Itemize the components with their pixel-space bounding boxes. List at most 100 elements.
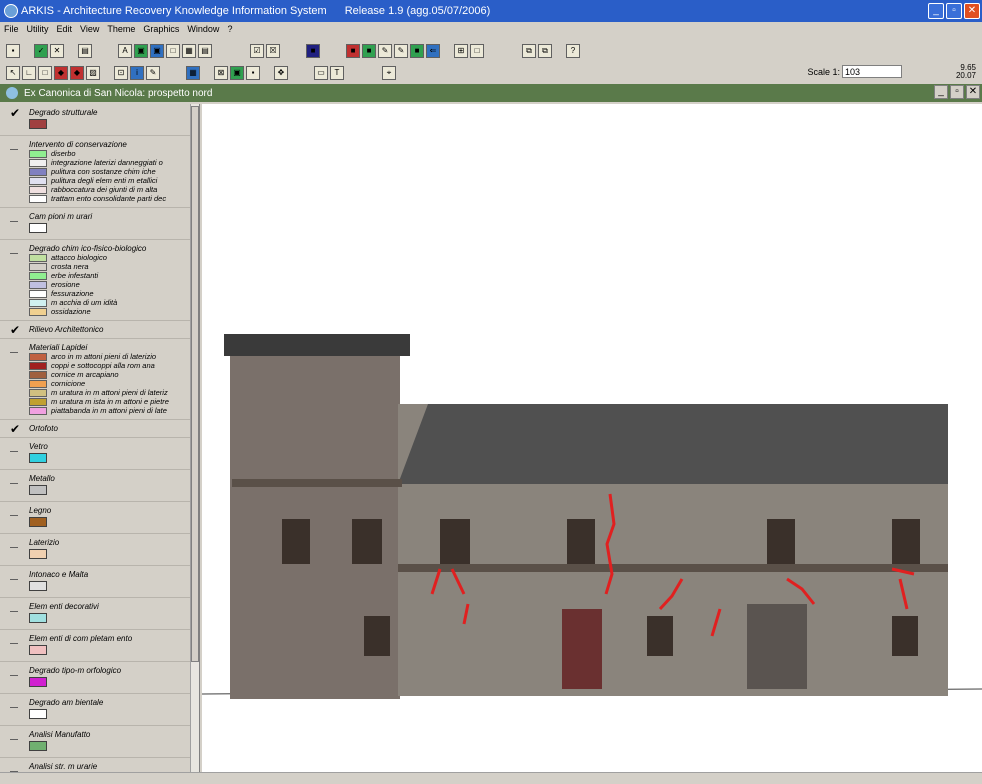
text-icon[interactable]: A	[118, 44, 132, 58]
image-icon[interactable]: ▣	[134, 44, 148, 58]
drawing-canvas[interactable]	[202, 104, 982, 772]
legend-item: diserbo	[29, 149, 187, 158]
layer-visibility-checkbox[interactable]: ✔	[10, 107, 20, 119]
layer-visibility-checkbox[interactable]	[10, 764, 18, 772]
zoom-window-icon[interactable]: ⊠	[214, 66, 228, 80]
layer-visibility-checkbox[interactable]	[10, 732, 18, 740]
edit-layer-icon[interactable]: ✎	[378, 44, 392, 58]
legend-item: piattabanda in m attoni pieni di late	[29, 406, 187, 415]
menu-edit[interactable]: Edit	[57, 24, 73, 38]
page-icon[interactable]: □	[166, 44, 180, 58]
zoom-extent-icon[interactable]: ▣	[230, 66, 244, 80]
layer-visibility-checkbox[interactable]: ✔	[10, 423, 20, 435]
layer-visibility-checkbox[interactable]: ✔	[10, 324, 20, 336]
layer-visibility-checkbox[interactable]	[10, 540, 18, 548]
menu-view[interactable]: View	[80, 24, 99, 38]
layer-visibility-checkbox[interactable]	[10, 345, 18, 353]
menu-theme[interactable]: Theme	[107, 24, 135, 38]
frame-icon[interactable]: ⊞	[454, 44, 468, 58]
zoom-icon[interactable]: ▪	[246, 66, 260, 80]
menu-graphics[interactable]: Graphics	[143, 24, 179, 38]
pointer-icon[interactable]: ↖	[6, 66, 20, 80]
layer-visibility-checkbox[interactable]	[10, 142, 18, 150]
layer-swatch	[29, 549, 47, 559]
layer-visibility-checkbox[interactable]	[10, 214, 18, 222]
layer-group-title: Intonaco e Malta	[29, 570, 89, 579]
check-icon[interactable]: ✓	[34, 44, 48, 58]
restore-button[interactable]: ▫	[946, 3, 962, 19]
menu-bar: File Utility Edit View Theme Graphics Wi…	[0, 24, 232, 38]
layer-group: Materiali Lapidei arco in m attoni pieni …	[0, 339, 199, 420]
layer-visibility-checkbox[interactable]	[10, 604, 18, 612]
window-3	[440, 519, 470, 564]
scrollbar-thumb[interactable]	[191, 106, 199, 662]
copy-icon[interactable]: ⧉	[522, 44, 536, 58]
photo-icon[interactable]: ▣	[150, 44, 164, 58]
menu-utility[interactable]: Utility	[27, 24, 49, 38]
scale-input[interactable]: 103	[842, 65, 902, 78]
layer-icon[interactable]: ■	[306, 44, 320, 58]
layer-visibility-checkbox[interactable]	[10, 636, 18, 644]
layer-group: Vetro	[0, 438, 199, 470]
doc-close-button[interactable]: ✕	[966, 85, 980, 99]
back-icon[interactable]: ⇐	[426, 44, 440, 58]
layer-list: ✔ Degrado strutturale Intervento di conser…	[0, 104, 199, 772]
doc-restore-button[interactable]: ▫	[950, 85, 964, 99]
grid-icon[interactable]: ▦	[182, 44, 196, 58]
layer-visibility-checkbox[interactable]	[10, 444, 18, 452]
print-icon[interactable]: ▤	[78, 44, 92, 58]
cornice-2	[398, 564, 948, 572]
layer-group: Degrado tipo-m orfologico	[0, 662, 199, 694]
uncheck-icon[interactable]: ☒	[266, 44, 280, 58]
minimize-button[interactable]: _	[928, 3, 944, 19]
layer-group-title: Ortofoto	[29, 424, 58, 433]
help-cursor-icon[interactable]: ?	[566, 44, 580, 58]
legend-item: fessurazione	[29, 289, 187, 298]
layer-visibility-checkbox[interactable]	[10, 572, 18, 580]
layer-group: Metallo	[0, 470, 199, 502]
menu-window[interactable]: Window	[187, 24, 219, 38]
layer-group-title: Elem enti decorativi	[29, 602, 99, 611]
region-icon[interactable]: ◆	[70, 66, 84, 80]
info-icon[interactable]: i	[130, 66, 144, 80]
pencil-icon[interactable]: ✎	[146, 66, 160, 80]
polygon-icon[interactable]: ◆	[54, 66, 68, 80]
ruler-icon[interactable]: ▭	[314, 66, 328, 80]
layer-group-title: Elem enti di com pletam ento	[29, 634, 133, 643]
legend-swatch	[29, 271, 47, 280]
txt-icon[interactable]: T	[330, 66, 344, 80]
layer-visibility-checkbox[interactable]	[10, 476, 18, 484]
legend-item: rabboccatura dei giunti di m alta	[29, 185, 187, 194]
legend-swatch	[29, 149, 47, 158]
window-icon[interactable]: □	[470, 44, 484, 58]
checkbox-icon[interactable]: ☑	[250, 44, 264, 58]
doc-minimize-button[interactable]: _	[934, 85, 948, 99]
cancel-icon[interactable]: ✕	[50, 44, 64, 58]
save-icon[interactable]: ▪	[6, 44, 20, 58]
green-layer-icon[interactable]: ■	[362, 44, 376, 58]
legend-item: pulitura con sostanze chim iche	[29, 167, 187, 176]
line-icon[interactable]: ∟	[22, 66, 36, 80]
rectangle-icon[interactable]: □	[38, 66, 52, 80]
measure-icon[interactable]: ⊡	[114, 66, 128, 80]
table-icon[interactable]: ▤	[198, 44, 212, 58]
menu-file[interactable]: File	[4, 24, 19, 38]
layer-visibility-checkbox[interactable]	[10, 246, 18, 254]
menu-help[interactable]: ?	[227, 24, 232, 38]
layer-visibility-checkbox[interactable]	[10, 668, 18, 676]
export-icon[interactable]: ■	[410, 44, 424, 58]
legend-label: attacco biologico	[51, 253, 107, 262]
edit-layer2-icon[interactable]: ✎	[394, 44, 408, 58]
map-icon[interactable]: ▦	[186, 66, 200, 80]
hatch-icon[interactable]: ▨	[86, 66, 100, 80]
locate-icon[interactable]: ⌖	[382, 66, 396, 80]
layer-swatch	[29, 581, 47, 591]
layer-group-title: Vetro	[29, 442, 48, 451]
layer-panel-scrollbar[interactable]	[190, 104, 199, 772]
red-layer-icon[interactable]: ■	[346, 44, 360, 58]
close-button[interactable]: ✕	[964, 3, 980, 19]
layer-visibility-checkbox[interactable]	[10, 508, 18, 516]
paste-icon[interactable]: ⧉	[538, 44, 552, 58]
pan-icon[interactable]: ✥	[274, 66, 288, 80]
layer-visibility-checkbox[interactable]	[10, 700, 18, 708]
